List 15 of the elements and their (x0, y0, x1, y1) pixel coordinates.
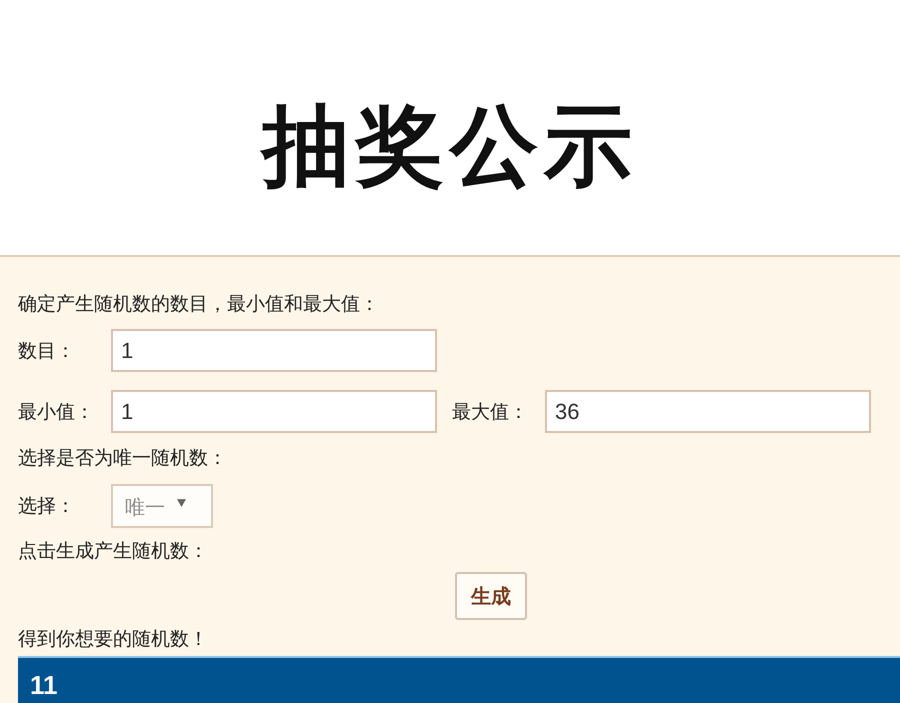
field-label: 数目： (18, 338, 76, 364)
field-label: 最小值： (18, 400, 95, 424)
field-label: 最大值： (452, 400, 529, 424)
caret-icon (177, 499, 186, 507)
prompt-text: 得到你想要的随机数！ (18, 627, 208, 652)
result-number: 11 (30, 670, 58, 700)
field-label: 选择： (18, 494, 76, 519)
generate-button[interactable]: 生成 (455, 572, 527, 620)
input-field[interactable]: 1 (111, 390, 437, 433)
page-title: 抽奖公示 (262, 66, 638, 190)
prompt-text: 选择是否为唯一随机数： (18, 446, 227, 471)
prompt-text: 点击生成产生随机数： (18, 539, 208, 564)
input-field[interactable]: 36 (545, 390, 871, 433)
prompt-text: 确定产生随机数的数目，最小值和最大值： (18, 292, 379, 317)
input-field[interactable]: 1 (111, 329, 437, 372)
